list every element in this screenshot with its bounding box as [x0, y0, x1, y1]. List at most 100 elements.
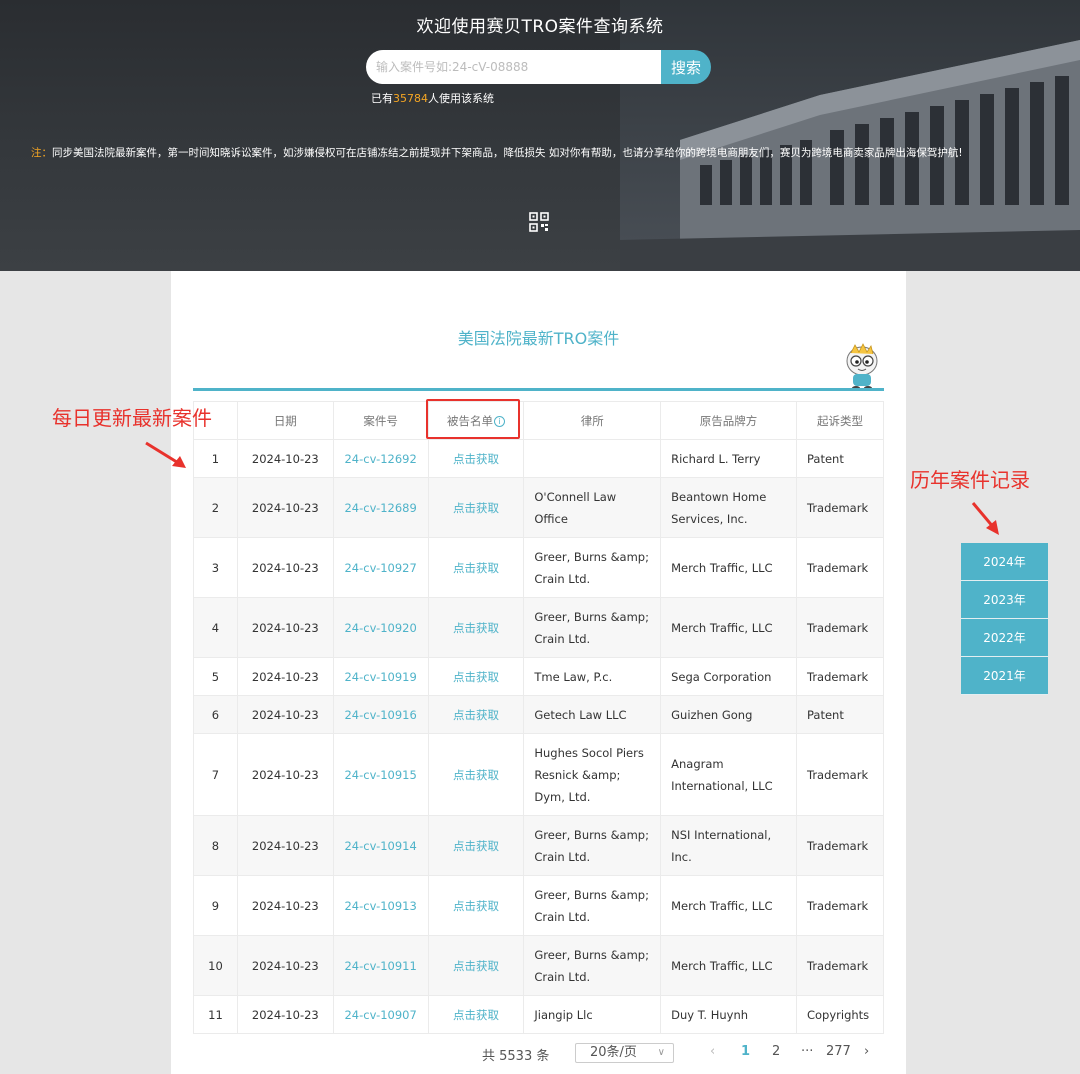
- usage-count-text: 已有35784人使用该系统: [371, 92, 494, 105]
- year-2021-button[interactable]: 2021年: [961, 657, 1048, 695]
- row-law-firm: Jiangip Llc: [523, 995, 662, 1034]
- page-1-button[interactable]: 1: [741, 1044, 750, 1059]
- table-row: 7 2024-10-23 24-cv-10915 点击获取 Hughes Socol P…: [193, 733, 885, 816]
- case-search-input[interactable]: [366, 50, 661, 84]
- prev-page-button[interactable]: ‹: [710, 1044, 715, 1059]
- row-plaintiff-brand: Merch Traffic, LLC: [660, 537, 797, 598]
- last-page-button[interactable]: 277: [826, 1044, 851, 1059]
- row-index: 3: [193, 537, 238, 598]
- case-number-link[interactable]: 24-cv-10927: [332, 537, 429, 598]
- case-number-link[interactable]: 24-cv-10919: [332, 657, 429, 696]
- table-header-row: 日期 案件号 被告名单 i 律所 原告品牌方 起诉类型: [193, 401, 885, 440]
- case-number-link[interactable]: 24-cv-12689: [332, 477, 429, 538]
- row-law-firm: Greer, Burns &amp; Crain Ltd.: [523, 537, 662, 598]
- row-date: 2024-10-23: [236, 995, 334, 1034]
- row-date: 2024-10-23: [236, 815, 334, 876]
- search-button[interactable]: 搜索: [661, 50, 711, 84]
- row-law-firm: O'Connell Law Office: [523, 477, 662, 538]
- case-number-link[interactable]: 24-cv-12692: [332, 439, 429, 478]
- get-defendants-link[interactable]: 点击获取: [427, 995, 525, 1034]
- row-index: 11: [193, 995, 238, 1034]
- pagination: 共 5533 条 20条/页 ∨ ‹ 1 2 ··· 277 ›: [0, 1043, 1080, 1065]
- col-plaintiff-brand: 原告品牌方: [660, 401, 797, 440]
- total-count: 共 5533 条: [482, 1049, 550, 1064]
- row-law-firm: Hughes Socol Piers Resnick &amp; Dym, Lt…: [523, 733, 662, 816]
- row-suit-type: Trademark: [795, 815, 885, 876]
- case-number-link[interactable]: 24-cv-10920: [332, 597, 429, 658]
- mascot-icon: [846, 343, 878, 390]
- table-row: 11 2024-10-23 24-cv-10907 点击获取 Jiangip Llc Du…: [193, 995, 885, 1034]
- row-index: 2: [193, 477, 238, 538]
- case-number-link[interactable]: 24-cv-10915: [332, 733, 429, 816]
- row-index: 10: [193, 935, 238, 996]
- get-defendants-link[interactable]: 点击获取: [427, 935, 525, 996]
- row-index: 9: [193, 875, 238, 936]
- table-row: 8 2024-10-23 24-cv-10914 点击获取 Greer, Burns &…: [193, 815, 885, 876]
- table-row: 10 2024-10-23 24-cv-10911 点击获取 Greer, Burns …: [193, 935, 885, 996]
- row-suit-type: Trademark: [795, 597, 885, 658]
- get-defendants-link[interactable]: 点击获取: [427, 597, 525, 658]
- row-plaintiff-brand: Merch Traffic, LLC: [660, 875, 797, 936]
- qr-code-icon[interactable]: [529, 212, 549, 232]
- row-date: 2024-10-23: [236, 875, 334, 936]
- page-size-select[interactable]: 20条/页 ∨: [575, 1043, 674, 1063]
- col-date: 日期: [236, 401, 334, 440]
- row-date: 2024-10-23: [236, 439, 334, 478]
- get-defendants-link[interactable]: 点击获取: [427, 733, 525, 816]
- info-icon[interactable]: i: [493, 415, 505, 427]
- col-law-firm: 律所: [523, 401, 662, 440]
- more-pages-button[interactable]: ···: [801, 1044, 813, 1059]
- col-defendant-list: 被告名单 i: [427, 401, 525, 440]
- usage-count: 35784: [393, 92, 428, 105]
- panel-title-underline: [193, 388, 884, 391]
- get-defendants-link[interactable]: 点击获取: [427, 657, 525, 696]
- row-date: 2024-10-23: [236, 477, 334, 538]
- row-law-firm: Tme Law, P.c.: [523, 657, 662, 696]
- annotation-daily-update: 每日更新最新案件: [52, 406, 212, 430]
- col-suit-type: 起诉类型: [795, 401, 885, 440]
- row-plaintiff-brand: NSI International, Inc.: [660, 815, 797, 876]
- case-number-link[interactable]: 24-cv-10907: [332, 995, 429, 1034]
- row-suit-type: Trademark: [795, 477, 885, 538]
- chevron-down-icon: ∨: [657, 1047, 665, 1058]
- row-date: 2024-10-23: [236, 695, 334, 734]
- get-defendants-link[interactable]: 点击获取: [427, 477, 525, 538]
- annotation-yearly-records: 历年案件记录: [910, 468, 1030, 492]
- year-2024-button[interactable]: 2024年: [961, 543, 1048, 581]
- year-2023-button[interactable]: 2023年: [961, 581, 1048, 619]
- row-suit-type: Trademark: [795, 733, 885, 816]
- table-row: 6 2024-10-23 24-cv-10916 点击获取 Getech Law LLC…: [193, 695, 885, 734]
- hero-banner: 欢迎使用赛贝TRO案件查询系统 搜索 已有35784人使用该系统 注：同步美国法…: [0, 0, 1080, 271]
- row-index: 6: [193, 695, 238, 734]
- row-plaintiff-brand: Beantown Home Services, Inc.: [660, 477, 797, 538]
- get-defendants-link[interactable]: 点击获取: [427, 695, 525, 734]
- row-index: 7: [193, 733, 238, 816]
- page-2-button[interactable]: 2: [772, 1044, 780, 1059]
- notice-text: 注：同步美国法院最新案件，第一时间知晓诉讼案件，如涉嫌侵权可在店铺冻结之前提现并…: [31, 147, 963, 159]
- row-date: 2024-10-23: [236, 657, 334, 696]
- row-suit-type: Trademark: [795, 935, 885, 996]
- get-defendants-link[interactable]: 点击获取: [427, 537, 525, 598]
- row-date: 2024-10-23: [236, 537, 334, 598]
- get-defendants-link[interactable]: 点击获取: [427, 815, 525, 876]
- get-defendants-link[interactable]: 点击获取: [427, 875, 525, 936]
- next-page-button[interactable]: ›: [864, 1044, 869, 1059]
- table-row: 9 2024-10-23 24-cv-10913 点击获取 Greer, Burns &…: [193, 875, 885, 936]
- notice-label: 注：: [31, 147, 52, 159]
- cases-panel: 美国法院最新TRO案件 日期 案件号 被告名单 i 律所 原告品牌方 起诉类型 1…: [171, 271, 906, 1074]
- row-plaintiff-brand: Duy T. Huynh: [660, 995, 797, 1034]
- row-plaintiff-brand: Sega Corporation: [660, 657, 797, 696]
- case-number-link[interactable]: 24-cv-10911: [332, 935, 429, 996]
- row-index: 4: [193, 597, 238, 658]
- table-row: 2 2024-10-23 24-cv-12689 点击获取 O'Connell Law …: [193, 477, 885, 538]
- case-number-link[interactable]: 24-cv-10914: [332, 815, 429, 876]
- row-plaintiff-brand: Richard L. Terry: [660, 439, 797, 478]
- row-law-firm: [523, 439, 662, 478]
- case-number-link[interactable]: 24-cv-10913: [332, 875, 429, 936]
- case-number-link[interactable]: 24-cv-10916: [332, 695, 429, 734]
- year-2022-button[interactable]: 2022年: [961, 619, 1048, 657]
- get-defendants-link[interactable]: 点击获取: [427, 439, 525, 478]
- row-suit-type: Patent: [795, 439, 885, 478]
- row-law-firm: Greer, Burns &amp; Crain Ltd.: [523, 935, 662, 996]
- row-index: 1: [193, 439, 238, 478]
